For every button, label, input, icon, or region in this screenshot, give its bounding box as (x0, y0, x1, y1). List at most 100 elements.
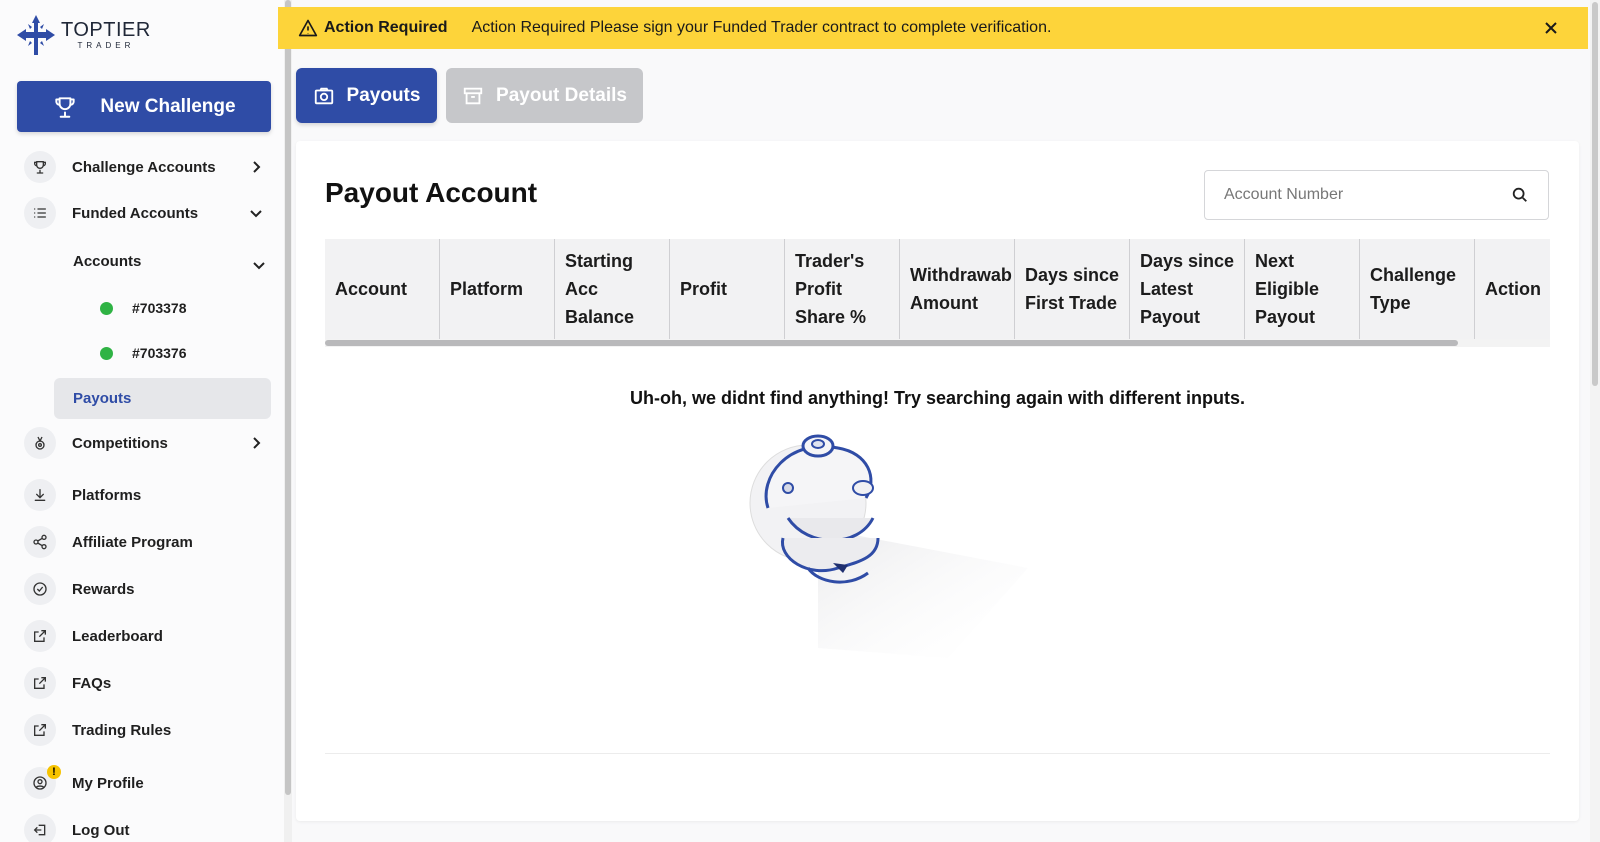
main-scrollbar[interactable] (1590, 0, 1600, 842)
empty-state-message: Uh-oh, we didnt find anything! Try searc… (629, 388, 1245, 408)
column-header-line: Latest (1140, 279, 1194, 299)
archive-icon (463, 87, 483, 104)
sidebar-item-platforms[interactable]: Platforms (24, 478, 274, 512)
sidebar-label: Leaderboard (72, 627, 163, 645)
chevron-down-icon (250, 210, 262, 218)
sidebar-item-affiliate[interactable]: Affiliate Program (24, 525, 274, 559)
tab-label: Payout Details (496, 84, 627, 106)
column-header-line: Type (1370, 293, 1411, 313)
column-header-line: First Trade (1025, 293, 1118, 313)
search-placeholder: Account Number (1224, 186, 1344, 203)
column-header-line: Next (1255, 251, 1295, 271)
column-header-line: Challenge (1370, 265, 1457, 285)
column-header-text: Withdrawab Amount (910, 261, 1012, 317)
column-header-text: Days since First Trade (1025, 261, 1119, 317)
sidebar-item-my-profile[interactable]: My Profile (24, 766, 274, 800)
trophy-icon (24, 151, 56, 183)
external-link-icon (24, 667, 56, 699)
page-title: Payout Account (325, 177, 538, 208)
column-header-line: Payout (1140, 307, 1201, 327)
column-header-text: Account (335, 275, 407, 303)
logout-icon (24, 814, 56, 842)
column-header-line: Account (335, 279, 407, 299)
app: TOPTIER TRADER New Challenge Challenge A… (0, 0, 1600, 842)
sidebar-item-payouts[interactable]: Payouts (54, 378, 271, 419)
sidebar-label: Platforms (72, 486, 142, 504)
column-header-line: Amount (910, 293, 978, 313)
sidebar-scrollbar[interactable] (284, 0, 292, 842)
column-header-line: Eligible (1255, 279, 1320, 299)
camera-icon (314, 87, 333, 104)
sidebar-item-faqs[interactable]: FAQs (24, 666, 274, 700)
list-icon (24, 197, 56, 229)
sidebar-item-log-out[interactable]: Log Out (24, 813, 274, 842)
new-challenge-button[interactable]: New Challenge (17, 81, 271, 132)
table-column-header: Withdrawab Amount (900, 239, 1015, 339)
column-header-line: Platform (450, 279, 524, 299)
scrollbar-thumb[interactable] (285, 0, 291, 795)
alert-title: Action Required (324, 19, 448, 36)
column-header-line: Starting (565, 251, 634, 271)
download-icon (24, 479, 56, 511)
sidebar-label: My Profile (72, 774, 144, 792)
action-required-banner: Action Required Action Required Please s… (278, 7, 1588, 49)
sidebar-item-rewards[interactable]: Rewards (24, 572, 274, 606)
sidebar-item-challenge-accounts[interactable]: Challenge Accounts (24, 150, 274, 184)
table-horizontal-scrollbar[interactable] (325, 339, 1550, 347)
card-divider (325, 753, 1550, 754)
close-icon[interactable] (1541, 18, 1561, 38)
sidebar-label: Challenge Accounts (72, 158, 216, 176)
search-icon[interactable] (1511, 186, 1529, 204)
sidebar-item-accounts[interactable]: Accounts (73, 253, 273, 270)
external-link-icon (24, 620, 56, 652)
column-header-text: Challenge Type (1370, 261, 1456, 317)
column-header-line: Balance (565, 307, 635, 327)
new-challenge-label: New Challenge (100, 95, 236, 117)
scrollbar-thumb[interactable] (325, 340, 1458, 346)
sidebar-item-leaderboard[interactable]: Leaderboard (24, 619, 274, 653)
column-header-text: Profit (680, 275, 727, 303)
account-id: #703378 (132, 300, 187, 316)
chevron-right-icon (253, 437, 261, 449)
sidebar-label: FAQs (72, 674, 112, 692)
chevron-down-icon (253, 262, 265, 270)
brand-sub: TRADER (77, 41, 135, 50)
tab-payout-details[interactable]: Payout Details (446, 68, 643, 123)
account-number-search[interactable]: Account Number (1204, 170, 1549, 220)
brand-logo[interactable]: TOPTIER TRADER (17, 14, 151, 56)
brand-name: TOPTIER (61, 19, 151, 41)
sidebar-label: Log Out (72, 821, 130, 839)
column-header-text: Trader's Profit Share % (795, 247, 866, 331)
alert-message: Action Required Please sign your Funded … (471, 19, 1052, 36)
tab-payouts[interactable]: Payouts (296, 68, 437, 123)
sidebar-label: Rewards (72, 580, 135, 598)
sidebar-label: Funded Accounts (72, 204, 199, 222)
empty-state-illustration (749, 434, 1028, 658)
account-item[interactable]: #703376 (100, 345, 187, 361)
sidebar-item-competitions[interactable]: Competitions (24, 426, 274, 460)
column-header-line: Days since (1025, 265, 1120, 285)
sidebar-item-funded-accounts[interactable]: Funded Accounts (24, 196, 274, 230)
table-column-header: Next Eligible Payout (1245, 239, 1360, 339)
column-header-line: Share % (795, 307, 867, 327)
table-column-header: Action (1475, 239, 1550, 339)
column-header-line: Acc (565, 279, 599, 299)
chevron-right-icon (253, 161, 261, 173)
profile-alert-badge: ! (47, 765, 61, 779)
column-header-line: Payout (1255, 307, 1316, 327)
table-column-header: Profit (670, 239, 785, 339)
medal-icon (24, 427, 56, 459)
check-circle-icon (24, 573, 56, 605)
column-header-line: Profit (795, 279, 842, 299)
warning-icon (298, 19, 318, 37)
table-column-header: Days since First Trade (1015, 239, 1130, 339)
column-header-text: Platform (450, 275, 523, 303)
sidebar-item-trading-rules[interactable]: Trading Rules (24, 713, 274, 747)
scrollbar-thumb[interactable] (1592, 2, 1598, 386)
sidebar-label: Payouts (73, 390, 132, 407)
table-column-header: Challenge Type (1360, 239, 1475, 339)
sidebar-label: Affiliate Program (72, 533, 193, 551)
account-item[interactable]: #703378 (100, 300, 187, 316)
table-column-header: Account (325, 239, 440, 339)
table-column-header: Days since Latest Payout (1130, 239, 1245, 339)
